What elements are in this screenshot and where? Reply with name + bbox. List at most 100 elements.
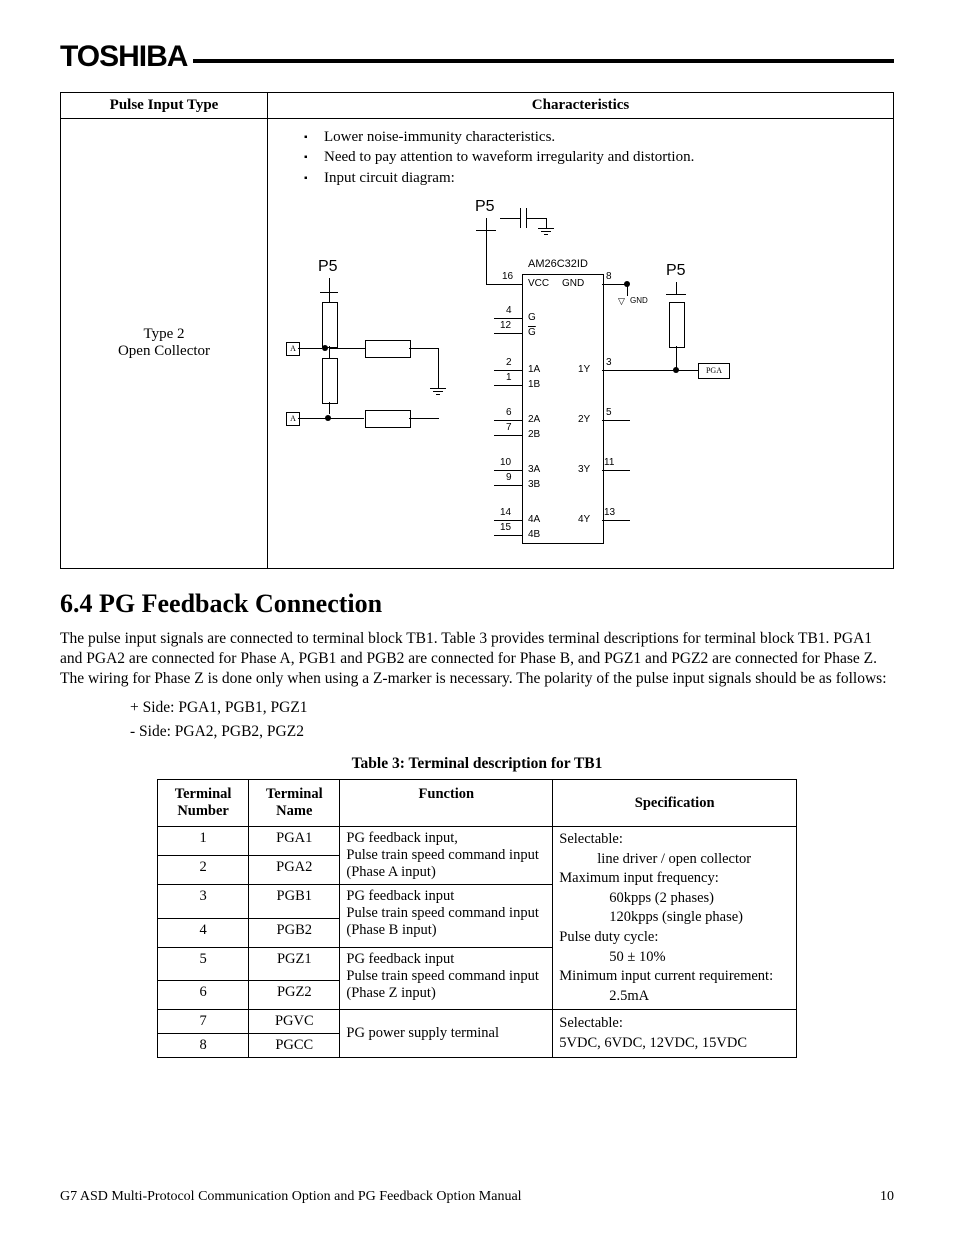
- diag-1b: 1B: [528, 379, 540, 390]
- t2-r6-name: PGZ2: [249, 981, 340, 1010]
- diag-pin2: 2: [506, 357, 512, 368]
- terminal-table: Terminal Number Terminal Name Function S…: [157, 779, 797, 1058]
- diag-pin12: 12: [500, 320, 511, 331]
- funcZ1: PG feedback input: [346, 951, 454, 967]
- spec1-l1: Selectable:: [559, 830, 790, 850]
- t2-r1-num: 1: [158, 827, 249, 856]
- diag-p5b: P5: [475, 198, 495, 216]
- t2-r6-num: 6: [158, 981, 249, 1010]
- diag-gnd: GND: [562, 278, 584, 289]
- spec1-l9: 2.5mA: [559, 987, 790, 1007]
- bullet-3: Input circuit diagram:: [296, 168, 883, 188]
- diag-pin8: 8: [606, 271, 612, 282]
- diag-pin15: 15: [500, 522, 511, 533]
- diag-pin9: 9: [506, 472, 512, 483]
- funcZ2: Pulse train speed command input (Phase Z…: [346, 968, 539, 1001]
- diag-1a: 1A: [528, 364, 540, 375]
- t1-h1: Pulse Input Type: [61, 93, 268, 119]
- diag-pin16: 16: [502, 271, 513, 282]
- diag-pin10: 10: [500, 457, 511, 468]
- circuit-diagram: P5 A A: [278, 198, 883, 558]
- diag-2a: 2A: [528, 414, 540, 425]
- t2-r7-name: PGVC: [249, 1010, 340, 1034]
- diag-A1: A: [286, 342, 300, 356]
- t2-r5-name: PGZ1: [249, 947, 340, 981]
- spec1-l2: line driver / open collector: [559, 850, 790, 870]
- t2-r4-name: PGB2: [249, 918, 340, 947]
- t2-r3-num: 3: [158, 885, 249, 919]
- t2-r5-num: 5: [158, 947, 249, 981]
- t2-funcPwr: PG power supply terminal: [340, 1010, 553, 1058]
- t2-h1: Terminal Number: [158, 780, 249, 827]
- t2-h2: Terminal Name: [249, 780, 340, 827]
- body-para: The pulse input signals are connected to…: [60, 629, 894, 689]
- spec1-l6: Pulse duty cycle:: [559, 928, 790, 948]
- t1-h2: Characteristics: [268, 93, 894, 119]
- diag-pin4: 4: [506, 305, 512, 316]
- diag-vgnd: GND: [630, 296, 648, 305]
- t2-funcB: PG feedback input Pulse train speed comm…: [340, 885, 553, 948]
- brand-logo: TOSHIBA: [60, 40, 187, 74]
- t2-r2-name: PGA2: [249, 856, 340, 885]
- diag-pin5: 5: [606, 407, 612, 418]
- t2-funcZ: PG feedback input Pulse train speed comm…: [340, 947, 553, 1010]
- t2-r1-name: PGA1: [249, 827, 340, 856]
- header: TOSHIBA: [60, 40, 894, 74]
- t2-r2-num: 2: [158, 856, 249, 885]
- t2-r3-name: PGB1: [249, 885, 340, 919]
- t2-spec2: Selectable: 5VDC, 6VDC, 12VDC, 15VDC: [553, 1010, 797, 1058]
- funcA2: Pulse train speed command input (Phase A…: [346, 847, 539, 880]
- diag-3b: 3B: [528, 479, 540, 490]
- t1-char-cell: Lower noise-immunity characteristics. Ne…: [268, 119, 894, 569]
- footer: G7 ASD Multi-Protocol Communication Opti…: [60, 1189, 894, 1205]
- t2-spec1: Selectable: line driver / open collector…: [553, 827, 797, 1010]
- t2-funcA: PG feedback input, Pulse train speed com…: [340, 827, 553, 885]
- funcB1: PG feedback input: [346, 888, 454, 904]
- section-heading: 6.4 PG Feedback Connection: [60, 589, 894, 619]
- diag-p5a: P5: [318, 258, 338, 276]
- diag-2b: 2B: [528, 429, 540, 440]
- diag-4y: 4Y: [578, 514, 590, 525]
- diag-4b: 4B: [528, 529, 540, 540]
- table3-caption: Table 3: Terminal description for TB1: [60, 755, 894, 773]
- char-list: Lower noise-immunity characteristics. Ne…: [296, 127, 883, 188]
- bullet-1: Lower noise-immunity characteristics.: [296, 127, 883, 147]
- bullet-2: Need to pay attention to waveform irregu…: [296, 147, 883, 167]
- diag-ic: AM26C32ID: [528, 258, 588, 270]
- t2-r7-num: 7: [158, 1010, 249, 1034]
- t2-h3: Function: [340, 780, 553, 827]
- spec1-l4: 60kpps (2 phases): [559, 889, 790, 909]
- diag-vgnd-icon: ▽: [618, 296, 625, 307]
- diag-4a: 4A: [528, 514, 540, 525]
- polarity-minus: - Side: PGA2, PGB2, PGZ2: [130, 723, 894, 741]
- t1-rowlabel: Type 2 Open Collector: [61, 119, 268, 569]
- diag-pin1: 1: [506, 372, 512, 383]
- diag-gbar: G: [528, 327, 536, 338]
- diag-1y: 1Y: [578, 364, 590, 375]
- polarity-plus: + Side: PGA1, PGB1, PGZ1: [130, 699, 894, 717]
- spec1-l8: Minimum input current requirement:: [559, 967, 790, 987]
- diag-A2: A: [286, 412, 300, 426]
- t2-r8-name: PGCC: [249, 1034, 340, 1058]
- footer-left: G7 ASD Multi-Protocol Communication Opti…: [60, 1189, 522, 1205]
- diag-p5c: P5: [666, 262, 686, 280]
- diag-pin3: 3: [606, 357, 612, 368]
- spec2-l2: 5VDC, 6VDC, 12VDC, 15VDC: [559, 1034, 790, 1054]
- diag-pin13: 13: [604, 507, 615, 518]
- diag-pin11: 11: [604, 457, 614, 468]
- polarity-list: + Side: PGA1, PGB1, PGZ1 - Side: PGA2, P…: [130, 699, 894, 741]
- diag-pin14: 14: [500, 507, 511, 518]
- t2-r8-num: 8: [158, 1034, 249, 1058]
- diag-3y: 3Y: [578, 464, 590, 475]
- diag-3a: 3A: [528, 464, 540, 475]
- funcB2: Pulse train speed command input (Phase B…: [346, 905, 539, 938]
- diag-g: G: [528, 312, 536, 323]
- diag-pin7: 7: [506, 422, 512, 433]
- diag-2y: 2Y: [578, 414, 590, 425]
- diag-vcc: VCC: [528, 278, 549, 289]
- pulse-input-table: Pulse Input Type Characteristics Type 2 …: [60, 92, 894, 569]
- diag-pga: PGA: [698, 363, 730, 379]
- t2-r4-num: 4: [158, 918, 249, 947]
- diag-pin6: 6: [506, 407, 512, 418]
- spec1-l5: 120kpps (single phase): [559, 908, 790, 928]
